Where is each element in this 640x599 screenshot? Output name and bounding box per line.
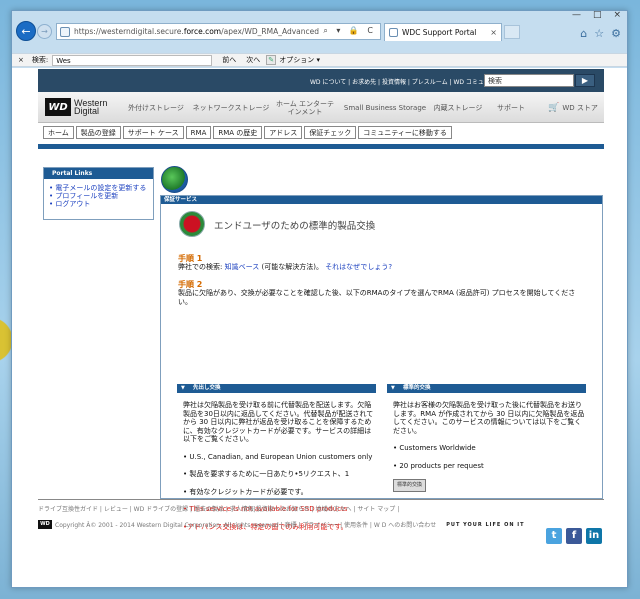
sub-nav: ホーム 製品の登録 サポート ケース RMA RMA の歴史 アドレス 保証チェ… <box>38 126 604 142</box>
new-tab-button[interactable] <box>504 25 520 39</box>
portal-link-update-profile[interactable]: プロフィールを更新 <box>49 192 153 200</box>
window-controls: — □ × <box>572 10 621 20</box>
standard-exchange-button[interactable]: 標準的交換 <box>393 479 427 492</box>
panel-title: エンドユーザのための標準的製品交換 <box>214 221 376 232</box>
find-next-button[interactable]: 次へ <box>246 55 260 65</box>
find-options-button[interactable]: ✎ オプション ▾ <box>266 55 320 65</box>
advance-exchange-bullet-1: • U.S., Canadian, and European Union cus… <box>183 452 373 461</box>
standard-exchange-bullet-2: • 20 products per request <box>393 461 484 470</box>
find-close-icon[interactable]: × <box>18 56 24 64</box>
social-links: t f in <box>546 528 602 544</box>
pen-icon: ✎ <box>266 55 277 65</box>
find-options-label: オプション ▾ <box>279 56 320 64</box>
address-url[interactable]: https://westerndigital.secure.force.com/… <box>74 27 319 36</box>
nav-small-business-storage[interactable]: Small Business Storage <box>343 92 427 123</box>
nav-external-storage[interactable]: 外付けストレージ <box>124 92 188 123</box>
portal-links-box: Portal Links 電子メールの設定を更新する プロフィールを更新 ログア… <box>43 167 154 220</box>
nav-internal-storage[interactable]: 内蔵ストレージ <box>430 92 486 123</box>
shield-icon <box>179 211 205 237</box>
tab-title: WDC Support Portal <box>402 28 477 37</box>
browser-window: ← → https://westerndigital.secure.force.… <box>11 10 628 588</box>
portal-links-list: 電子メールの設定を更新する プロフィールを更新 ログアウト <box>44 179 153 208</box>
advance-exchange-bullet-2: • 製品を要求するために一日あたり•5リクエスト、1 <box>183 470 350 478</box>
subtab-support-cases[interactable]: サポート ケース <box>122 126 184 139</box>
twitter-icon[interactable]: t <box>546 528 562 544</box>
browser-toolbar-icons: ⌂ ☆ ⚙ <box>580 27 621 40</box>
find-prev-button[interactable]: 前へ <box>222 55 236 65</box>
standard-exchange-body: 弊社はお客様の欠陥製品を受け取った後に代替製品をお送りします。RMA が作成され… <box>387 401 586 492</box>
wd-site: WD について | お求め先 | 投資情報 | プレスルーム | WD コミュニ… <box>38 69 604 531</box>
standard-exchange-heading[interactable]: 標準的交換 <box>387 384 586 393</box>
nav-network-storage[interactable]: ネットワークストレージ <box>190 92 272 123</box>
forward-arrow-icon: → <box>41 27 48 36</box>
tab-favicon-icon <box>389 28 398 37</box>
subtab-rma-history[interactable]: RMA の歴史 <box>213 126 263 139</box>
back-arrow-icon: ← <box>21 24 31 38</box>
standard-exchange-column: 標準的交換 弊社はお客様の欠陥製品を受け取った後に代替製品をお送りします。RMA… <box>387 384 586 492</box>
main-nav: WD Western Digital 外付けストレージ ネットワークストレージ ホ… <box>38 92 604 123</box>
subtab-product-registration[interactable]: 製品の登録 <box>75 126 121 139</box>
warranty-globe-icon <box>161 166 188 193</box>
site-top-bar: WD について | お求め先 | 投資情報 | プレスルーム | WD コミュニ… <box>38 69 604 92</box>
favorites-star-icon[interactable]: ☆ <box>594 27 604 40</box>
address-controls[interactable]: ⌕ ▾ 🔒 C <box>323 26 376 36</box>
find-label: 検索: <box>31 56 49 64</box>
knowledge-base-link[interactable]: 知識ベース <box>225 263 260 271</box>
portal-link-logout[interactable]: ログアウト <box>49 200 153 208</box>
footer-copyright: Copyright Â© 2001 - 2014 Western Digital… <box>55 522 437 529</box>
footer-links[interactable]: ドライブ互換性ガイド | レビュー | WD ドライブの登録 | 過去の製品 |… <box>38 504 604 513</box>
wd-logo[interactable]: WD Western Digital <box>45 98 107 116</box>
step2-text: 製品に欠陥があり、交換が必要なことを確認した後、以下のRMAのタイプを選んでRM… <box>178 289 576 306</box>
nav-wd-store-label: WD ストア <box>562 103 598 112</box>
nav-support[interactable]: サポート <box>493 92 529 123</box>
accent-divider <box>38 144 604 149</box>
close-window-icon[interactable]: × <box>613 10 621 20</box>
tab-wdc-support-portal[interactable]: WDC Support Portal × <box>384 23 502 41</box>
site-footer: ドライブ互換性ガイド | レビュー | WD ドライブの登録 | 過去の製品 |… <box>38 499 604 529</box>
advance-exchange-bullet-3: • 有効なクレジットカードが必要です。 <box>183 487 308 496</box>
tab-close-icon[interactable]: × <box>490 28 497 37</box>
footer-wd-logo: WD <box>38 520 52 529</box>
find-bar: × 検索: Wes 前へ 次へ ✎ オプション ▾ <box>12 53 627 67</box>
site-favicon-icon <box>60 26 70 37</box>
subtab-home[interactable]: ホーム <box>43 126 74 139</box>
linkedin-icon[interactable]: in <box>586 528 602 544</box>
wd-logo-text: Western Digital <box>74 98 108 116</box>
subtab-address[interactable]: アドレス <box>264 126 303 139</box>
standard-exchange-intro: 弊社はお客様の欠陥製品を受け取った後に代替製品をお送りします。RMA が作成され… <box>393 401 585 435</box>
facebook-icon[interactable]: f <box>566 528 582 544</box>
settings-gear-icon[interactable]: ⚙ <box>611 27 621 40</box>
maximize-icon[interactable]: □ <box>593 10 602 20</box>
nav-home-entertainment[interactable]: ホーム エンターテインメント <box>274 92 336 123</box>
home-icon[interactable]: ⌂ <box>580 27 587 40</box>
site-search-button[interactable]: ▶ <box>575 74 595 87</box>
minimize-icon[interactable]: — <box>572 10 581 20</box>
footer-tagline: PUT YOUR LIFE ON IT <box>446 521 525 528</box>
subtab-warranty-check[interactable]: 保証チェック <box>304 126 357 139</box>
portal-link-email-settings[interactable]: 電子メールの設定を更新する <box>49 184 153 192</box>
browser-titlebar: ← → https://westerndigital.secure.force.… <box>12 10 627 53</box>
wd-logo-mark: WD <box>45 98 71 116</box>
site-search-input[interactable]: 検索 <box>484 74 574 87</box>
subtab-rma[interactable]: RMA <box>185 126 212 139</box>
why-link[interactable]: それはなぜでしょう? <box>325 263 392 271</box>
standard-exchange-bullet-1: • Customers Worldwide <box>393 444 476 452</box>
top-links[interactable]: WD について | お求め先 | 投資情報 | プレスルーム | WD コミュニ… <box>310 77 502 86</box>
page-content: WD について | お求め先 | 投資情報 | プレスルーム | WD コミュニ… <box>12 68 627 587</box>
find-input[interactable]: Wes <box>52 54 213 66</box>
advance-exchange-intro: 弊社は欠陥製品を受け取る前に代替製品を配送します。欠陥製品を30日以内に返品して… <box>183 401 374 443</box>
portal-links-heading: Portal Links <box>44 168 153 179</box>
nav-wd-store[interactable]: 🛒 WD ストア <box>543 92 603 123</box>
warranty-service-heading: 保証サービス <box>161 196 602 204</box>
footer-copyright-row: WD Copyright Â© 2001 - 2014 Western Digi… <box>38 520 604 529</box>
advance-exchange-heading[interactable]: 先出し交換 <box>177 384 376 393</box>
back-button[interactable]: ← <box>16 21 36 41</box>
step1-text: 弊社での検索: 知識ベース (可能な解決方法)。 それはなぜでしょう? <box>178 263 393 271</box>
address-bar[interactable]: https://westerndigital.secure.force.com/… <box>56 23 381 40</box>
cart-icon: 🛒 <box>548 102 560 113</box>
warranty-service-panel: 保証サービス エンドユーザのための標準的製品交換 手順 1 弊社での検索: 知識… <box>160 195 603 531</box>
forward-button[interactable]: → <box>37 24 52 39</box>
subtab-community[interactable]: コミュニティーに移動する <box>358 126 452 139</box>
